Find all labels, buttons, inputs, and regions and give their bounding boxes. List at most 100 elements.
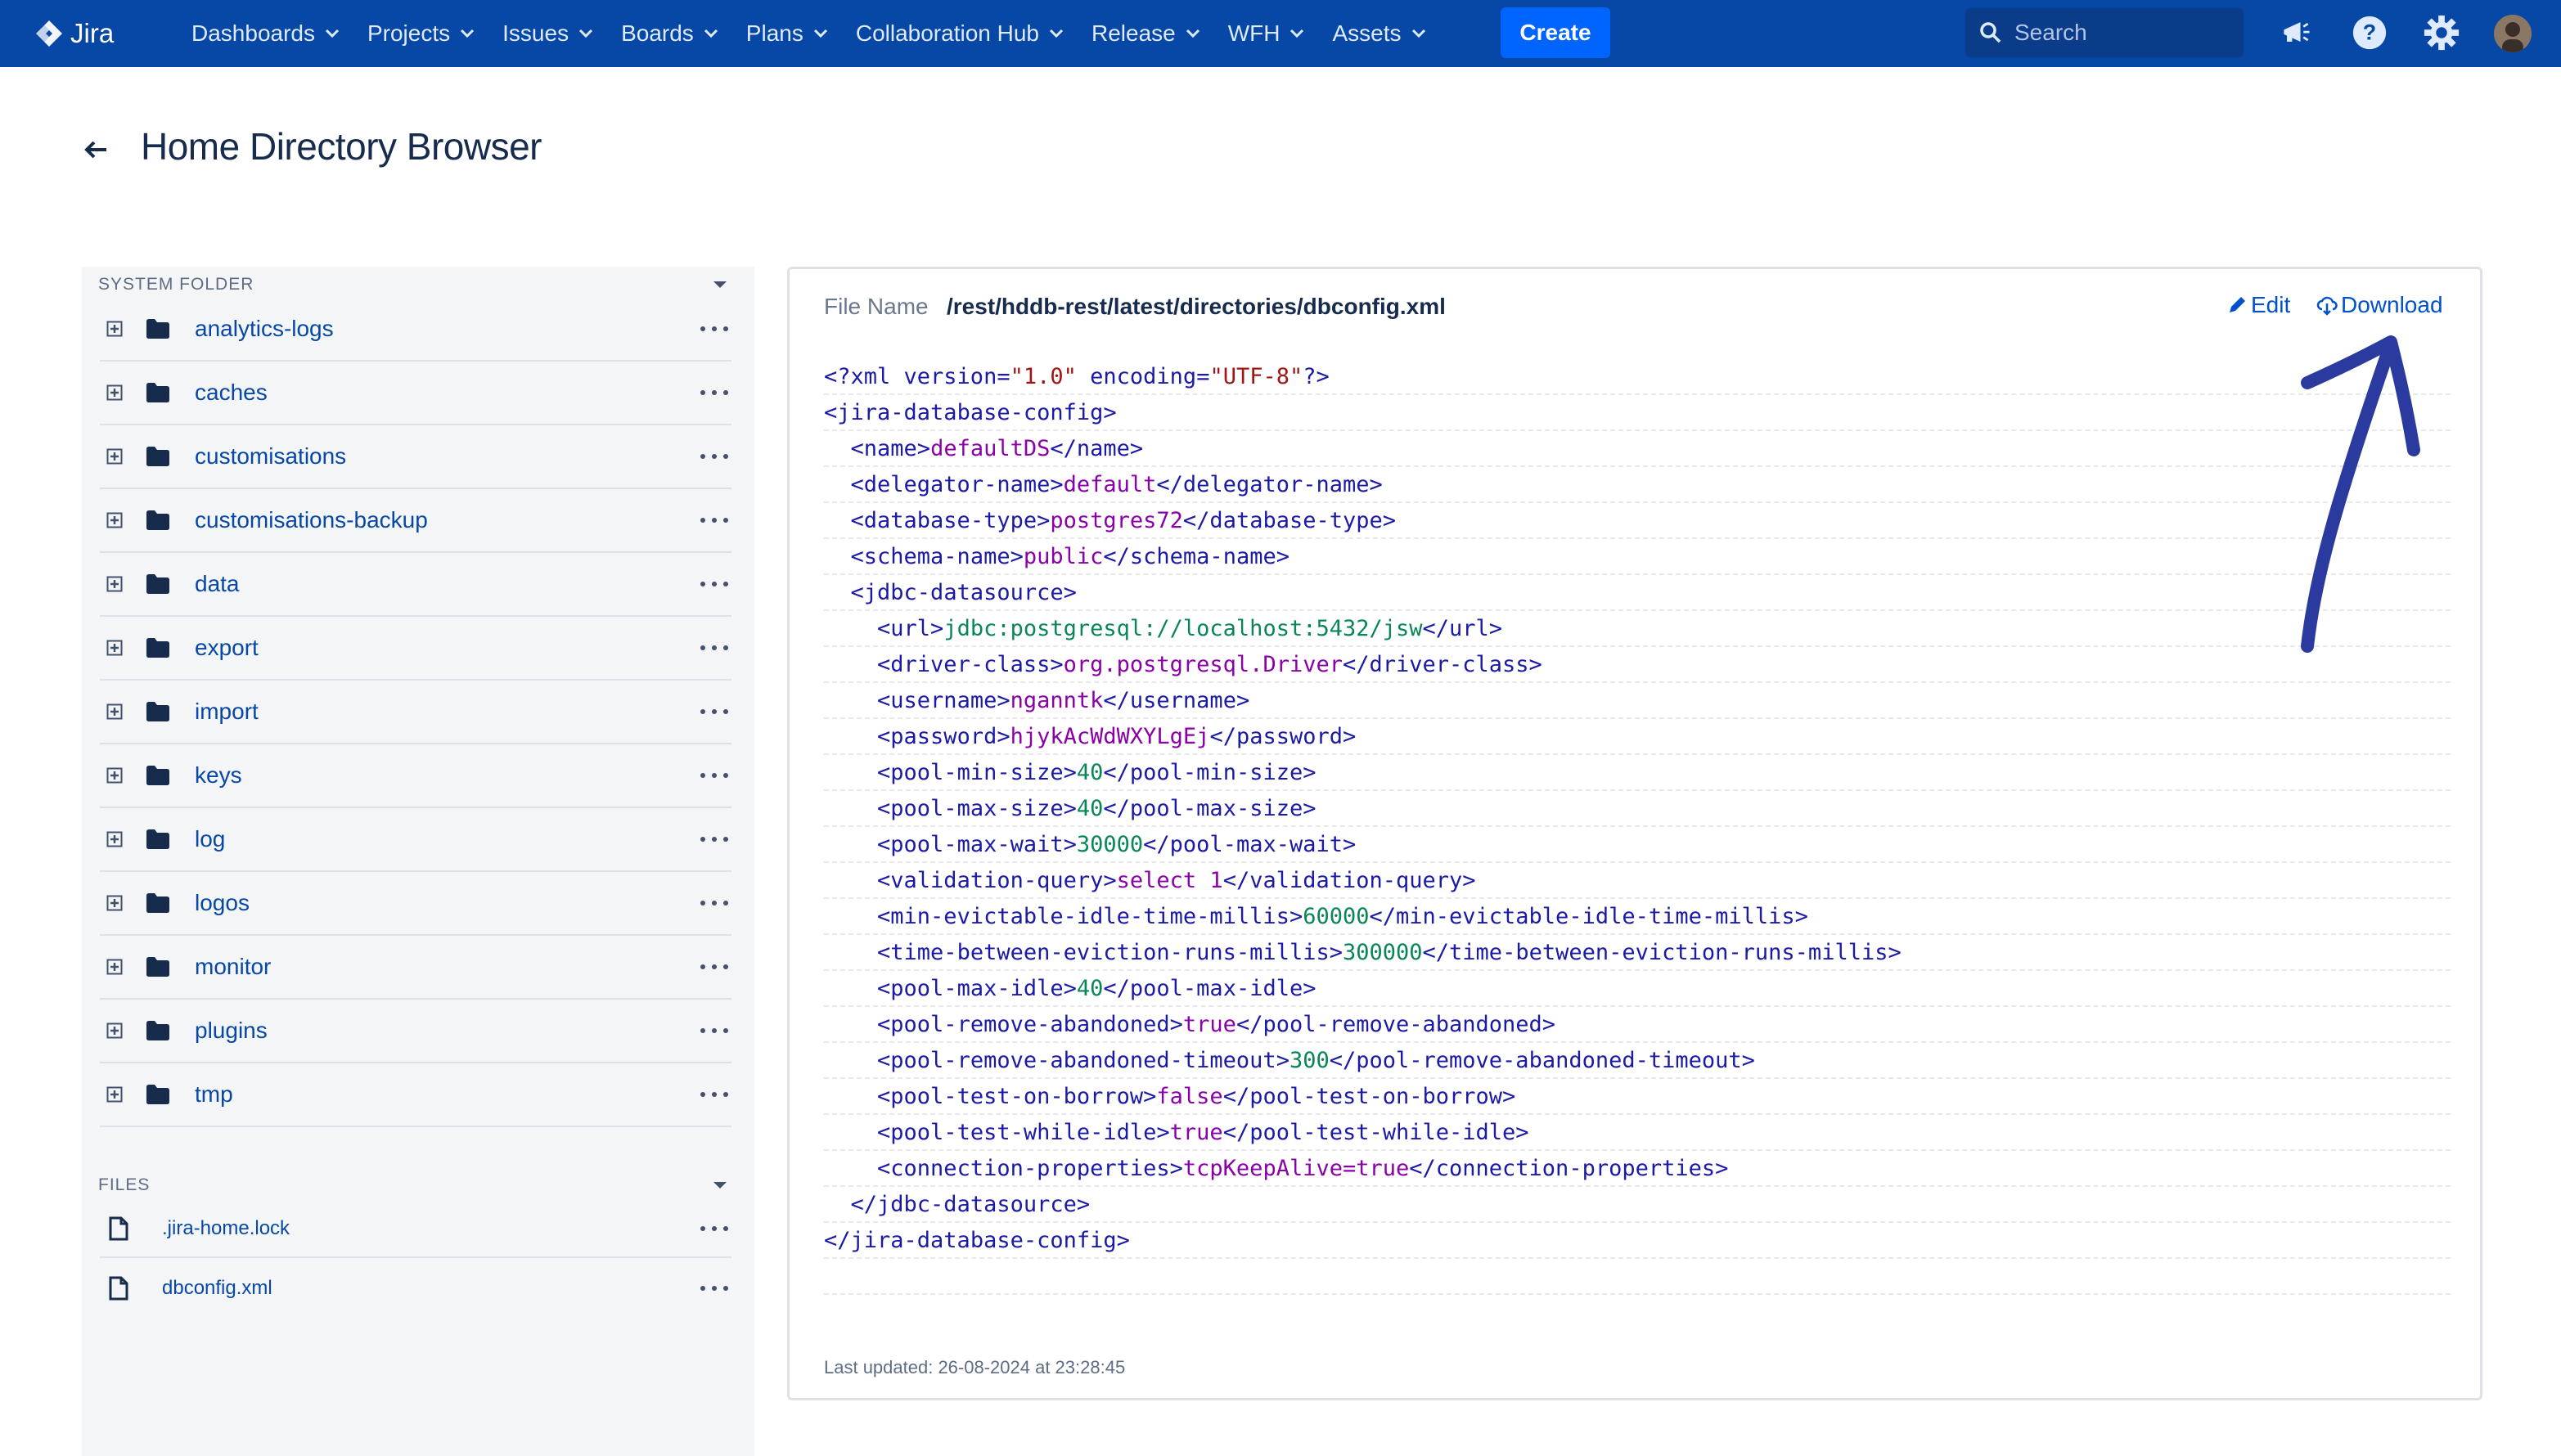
expand-icon[interactable]: [106, 576, 123, 592]
folder-name[interactable]: caches: [195, 380, 268, 406]
expand-icon[interactable]: [106, 384, 123, 401]
nav-wfh[interactable]: WFH: [1228, 0, 1305, 67]
nav-projects[interactable]: Projects: [367, 0, 475, 67]
nav-dashboards[interactable]: Dashboards: [191, 0, 340, 67]
folder-row[interactable]: log: [100, 808, 731, 872]
more-actions-icon[interactable]: [700, 771, 728, 780]
more-actions-icon[interactable]: [700, 516, 728, 524]
more-actions-icon[interactable]: [700, 1284, 728, 1292]
more-actions-icon[interactable]: [700, 644, 728, 652]
expand-icon[interactable]: [106, 1086, 123, 1103]
search-box[interactable]: [1965, 8, 2244, 57]
file-row[interactable]: dbconfig.xml: [100, 1260, 731, 1317]
main-menu: Dashboards Projects Issues Boards Plans …: [191, 0, 1454, 67]
folder-row[interactable]: caches: [100, 362, 731, 425]
chevron-down-icon: [1411, 29, 1425, 38]
file-name[interactable]: .jira-home.lock: [162, 1217, 290, 1240]
expand-icon[interactable]: [106, 831, 123, 847]
nav-release[interactable]: Release: [1091, 0, 1200, 67]
expand-icon[interactable]: [106, 321, 123, 337]
search-input[interactable]: [2014, 20, 2235, 46]
folder-row[interactable]: plugins: [100, 1000, 731, 1063]
expand-icon[interactable]: [106, 512, 123, 528]
code-line: <pool-max-idle>40</pool-max-idle>: [824, 971, 2451, 1007]
folder-row[interactable]: data: [100, 553, 731, 617]
caret-down-icon[interactable]: [712, 280, 728, 290]
more-actions-icon[interactable]: [700, 452, 728, 461]
nav-assets[interactable]: Assets: [1332, 0, 1425, 67]
more-actions-icon[interactable]: [700, 708, 728, 716]
more-actions-icon[interactable]: [700, 389, 728, 397]
folder-name[interactable]: data: [195, 571, 240, 597]
folder-row[interactable]: import: [100, 681, 731, 744]
folder-icon: [146, 702, 169, 721]
folder-row[interactable]: logos: [100, 872, 731, 936]
expand-icon[interactable]: [106, 1022, 123, 1039]
folder-row[interactable]: export: [100, 617, 731, 681]
folder-name[interactable]: keys: [195, 762, 242, 789]
expand-icon[interactable]: [106, 640, 123, 656]
nav-issues[interactable]: Issues: [502, 0, 593, 67]
svg-text:?: ?: [2363, 20, 2376, 45]
folder-row[interactable]: monitor: [100, 936, 731, 1000]
more-actions-icon[interactable]: [700, 1225, 728, 1233]
more-actions-icon[interactable]: [700, 325, 728, 333]
user-avatar[interactable]: [2494, 15, 2532, 52]
expand-icon[interactable]: [106, 703, 123, 720]
jira-logo[interactable]: Jira: [33, 15, 114, 52]
more-actions-icon[interactable]: [700, 580, 728, 588]
chevron-down-icon: [579, 29, 593, 38]
folder-icon: [146, 957, 169, 977]
folder-name[interactable]: export: [195, 635, 259, 661]
folder-icon: [146, 893, 169, 913]
download-label: Download: [2341, 292, 2443, 317]
expand-icon[interactable]: [106, 448, 123, 465]
folder-row[interactable]: tmp: [100, 1063, 731, 1127]
expand-icon[interactable]: [106, 767, 123, 784]
code-line: [824, 1259, 2451, 1295]
folder-name[interactable]: customisations-backup: [195, 507, 428, 533]
settings-gear-icon[interactable]: [2422, 13, 2461, 52]
file-row[interactable]: .jira-home.lock: [100, 1201, 731, 1258]
more-actions-icon[interactable]: [700, 1027, 728, 1035]
folder-icon: [146, 447, 169, 466]
folder-icon: [146, 638, 169, 658]
back-arrow-icon[interactable]: [82, 136, 110, 164]
download-link[interactable]: Download: [2316, 292, 2443, 318]
nav-label: Boards: [621, 20, 694, 46]
edit-link[interactable]: Edit: [2226, 292, 2290, 318]
folder-row[interactable]: analytics-logs: [100, 298, 731, 362]
more-actions-icon[interactable]: [700, 899, 728, 907]
folder-name[interactable]: customisations: [195, 443, 346, 470]
folder-row[interactable]: customisations: [100, 425, 731, 489]
folder-name[interactable]: monitor: [195, 954, 271, 980]
jira-logo-icon: [36, 20, 62, 47]
folder-icon: [146, 383, 169, 402]
folder-name[interactable]: tmp: [195, 1081, 233, 1108]
nav-plans[interactable]: Plans: [746, 0, 828, 67]
nav-boards[interactable]: Boards: [621, 0, 718, 67]
file-icon: [109, 1276, 128, 1301]
more-actions-icon[interactable]: [700, 1090, 728, 1099]
more-actions-icon[interactable]: [700, 963, 728, 971]
nav-collaboration-hub[interactable]: Collaboration Hub: [856, 0, 1064, 67]
expand-icon[interactable]: [106, 959, 123, 975]
folder-icon: [146, 510, 169, 530]
notifications-megaphone-icon[interactable]: [2276, 13, 2316, 52]
folder-name[interactable]: plugins: [195, 1018, 268, 1044]
folder-name[interactable]: log: [195, 826, 225, 852]
create-button[interactable]: Create: [1501, 7, 1610, 58]
caret-down-icon[interactable]: [712, 1180, 728, 1190]
file-name-label: File Name: [824, 294, 929, 319]
folder-name[interactable]: logos: [195, 890, 250, 916]
code-line: </jdbc-datasource>: [824, 1187, 2451, 1223]
folder-name[interactable]: analytics-logs: [195, 316, 334, 342]
chevron-down-icon: [1049, 29, 1064, 38]
folder-row[interactable]: customisations-backup: [100, 489, 731, 553]
folder-name[interactable]: import: [195, 699, 259, 725]
expand-icon[interactable]: [106, 895, 123, 911]
file-name[interactable]: dbconfig.xml: [162, 1277, 272, 1300]
folder-row[interactable]: keys: [100, 744, 731, 808]
more-actions-icon[interactable]: [700, 835, 728, 843]
help-icon[interactable]: ?: [2350, 13, 2389, 52]
